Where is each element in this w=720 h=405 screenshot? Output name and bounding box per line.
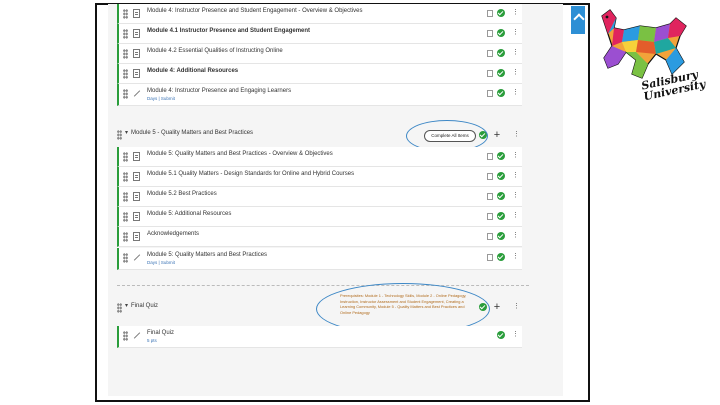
module-menu-icon[interactable]: ⋮ [513,130,520,138]
item-menu-icon[interactable]: ⋮ [512,231,519,239]
item-title[interactable]: Acknowledgements [147,231,199,237]
module-item[interactable]: Module 4: Instructor Presence and Engagi… [117,84,522,106]
item-title[interactable]: Module 4.2 Essential Qualities of Instru… [147,48,283,54]
item-menu-icon[interactable]: ⋮ [512,171,519,179]
module-item[interactable]: Module 4: Additional Resources ⋮ [117,64,522,84]
item-title[interactable]: Module 5: Quality Matters and Best Pract… [147,151,333,157]
item-menu-icon[interactable]: ⋮ [512,191,519,199]
drag-handle-icon[interactable] [117,130,122,140]
item-menu-icon[interactable]: ⋮ [512,88,519,96]
published-check-icon[interactable] [497,69,505,77]
published-check-icon[interactable] [497,89,505,97]
published-check-icon[interactable] [497,49,505,57]
page-icon [133,192,140,201]
drag-handle-icon[interactable] [123,212,128,222]
item-menu-icon[interactable]: ⋮ [512,151,519,159]
item-title[interactable]: Final Quiz [147,330,174,336]
copy-icon[interactable] [487,153,493,160]
item-title[interactable]: Module 5: Quality Matters and Best Pract… [147,252,267,258]
module-item[interactable]: Module 4.1 Instructor Presence and Stude… [117,24,522,44]
collapse-caret-icon[interactable]: ▾ [125,129,128,136]
quiz-icon [132,331,142,340]
assignment-icon [132,253,142,262]
item-menu-icon[interactable]: ⋮ [512,330,519,338]
page-icon [133,49,140,58]
drag-handle-icon[interactable] [123,29,128,39]
copy-icon[interactable] [487,30,493,37]
drag-handle-icon[interactable] [123,331,128,341]
published-check-icon[interactable] [497,253,505,261]
page-icon [133,69,140,78]
module-item[interactable]: Final Quiz 5 pts ⋮ [117,326,522,348]
page-icon [133,152,140,161]
page-icon [133,232,140,241]
copy-icon[interactable] [487,254,493,261]
drag-handle-icon[interactable] [123,172,128,182]
copy-icon[interactable] [487,90,493,97]
module-item[interactable]: Module 5.1 Quality Matters - Design Stan… [117,167,522,187]
item-title[interactable]: Module 4: Instructor Presence and Studen… [147,8,362,14]
item-menu-icon[interactable]: ⋮ [512,68,519,76]
module-item[interactable]: Module 5: Quality Matters and Best Pract… [117,248,522,270]
item-menu-icon[interactable]: ⋮ [512,211,519,219]
item-details: Days | Submit [147,96,175,101]
published-check-icon[interactable] [497,232,505,240]
published-check-icon[interactable] [497,192,505,200]
module-item[interactable]: Acknowledgements ⋮ [117,227,522,247]
collapse-caret-icon[interactable]: ▾ [125,302,128,309]
item-title[interactable]: Module 4: Instructor Presence and Engagi… [147,88,291,94]
add-item-button[interactable]: + [490,128,504,142]
module-item[interactable]: Module 5: Quality Matters and Best Pract… [117,147,522,167]
published-check-icon[interactable] [497,212,505,220]
item-menu-icon[interactable]: ⋮ [512,48,519,56]
module-title[interactable]: Final Quiz [131,303,158,309]
page-icon [133,212,140,221]
copy-icon[interactable] [487,10,493,17]
module-menu-icon[interactable]: ⋮ [513,302,520,310]
item-title[interactable]: Module 4: Additional Resources [147,68,238,74]
item-menu-icon[interactable]: ⋮ [512,28,519,36]
copy-icon[interactable] [487,173,493,180]
item-menu-icon[interactable]: ⋮ [512,8,519,16]
page-icon [133,9,140,18]
assignment-icon [132,89,142,98]
item-title[interactable]: Module 5: Additional Resources [147,211,231,217]
published-check-icon[interactable] [497,152,505,160]
drag-handle-icon[interactable] [123,253,128,263]
item-menu-icon[interactable]: ⋮ [512,252,519,260]
drag-handle-icon[interactable] [123,89,128,99]
item-title[interactable]: Module 5.2 Best Practices [147,191,217,197]
drag-handle-icon[interactable] [117,303,122,313]
drag-handle-icon[interactable] [123,49,128,59]
module-item[interactable]: Module 5.2 Best Practices ⋮ [117,187,522,207]
copy-icon[interactable] [487,70,493,77]
item-details: Days | Submit [147,260,175,265]
drag-handle-icon[interactable] [123,192,128,202]
item-title[interactable]: Module 4.1 Instructor Presence and Stude… [147,28,310,34]
page-icon [133,29,140,38]
drag-handle-icon[interactable] [123,9,128,19]
drag-handle-icon[interactable] [123,232,128,242]
module-item[interactable]: Module 4.2 Essential Qualities of Instru… [117,44,522,64]
published-check-icon[interactable] [497,172,505,180]
scroll-to-top-button[interactable] [571,6,585,34]
copy-icon[interactable] [487,233,493,240]
published-check-icon[interactable] [497,29,505,37]
drag-handle-icon[interactable] [123,152,128,162]
item-details: 5 pts [147,338,157,343]
module-item[interactable]: Module 5: Additional Resources ⋮ [117,207,522,227]
published-check-icon[interactable] [497,331,505,339]
copy-icon[interactable] [487,193,493,200]
add-item-button[interactable]: + [490,300,504,314]
copy-icon[interactable] [487,50,493,57]
item-title[interactable]: Module 5.1 Quality Matters - Design Stan… [147,171,354,177]
module-divider [117,285,529,286]
module-title[interactable]: Module 5 - Quality Matters and Best Prac… [131,130,253,136]
copy-icon[interactable] [487,213,493,220]
page-icon [133,172,140,181]
published-check-icon[interactable] [497,9,505,17]
module-item[interactable]: Module 4: Instructor Presence and Studen… [117,4,522,24]
drag-handle-icon[interactable] [123,69,128,79]
